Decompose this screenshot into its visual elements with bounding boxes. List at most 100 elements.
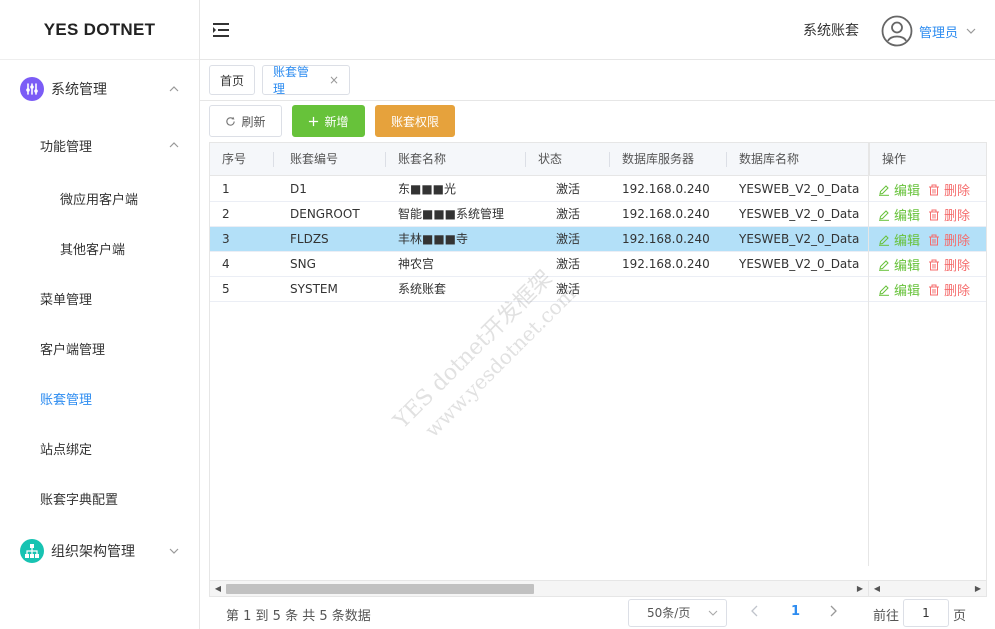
table-cell-server: 192.168.0.240 bbox=[622, 182, 710, 196]
sidebar-item-label: 功能管理 bbox=[40, 139, 93, 155]
app-logo: YES DOTNET bbox=[0, 0, 199, 60]
top-header: 系统账套 管理员 bbox=[200, 0, 995, 60]
table-cell-server: 192.168.0.240 bbox=[622, 232, 710, 246]
table-cell-no: 1 bbox=[222, 182, 230, 196]
scroll-thumb[interactable] bbox=[226, 584, 534, 594]
chevron-right-icon bbox=[830, 605, 837, 617]
column-header[interactable]: 账套编号 bbox=[278, 143, 386, 176]
horizontal-scrollbar[interactable]: ◀ ▶ bbox=[210, 580, 868, 596]
account-set-table: 序号 账套编号 账套名称 状态 数据库服务器 数据库名称 操作 1 D1 东■■■光… bbox=[209, 142, 987, 597]
sidebar-item-function[interactable]: 功能管理 bbox=[0, 125, 200, 165]
sidebar-item-label: 账套字典配置 bbox=[40, 492, 119, 508]
table-cell-no: 4 bbox=[222, 257, 230, 271]
table-cell-name: 系统账套 bbox=[398, 282, 447, 296]
sidebar-item-client-manage[interactable]: 客户端管理 bbox=[0, 328, 200, 368]
column-header[interactable]: 账套名称 bbox=[386, 143, 526, 176]
user-name[interactable]: 管理员 bbox=[919, 22, 958, 41]
table-cell-db bbox=[727, 277, 868, 302]
scroll-left-icon[interactable]: ◀ bbox=[210, 581, 226, 596]
column-header[interactable]: 数据库服务器 bbox=[610, 143, 727, 176]
sidebar-group-system[interactable]: 系统管理 bbox=[0, 69, 200, 109]
tab-label: 首页 bbox=[220, 73, 245, 88]
sidebar-item-menu-manage[interactable]: 菜单管理 bbox=[0, 278, 200, 318]
scroll-left-icon[interactable]: ◀ bbox=[869, 581, 885, 596]
sidebar: YES DOTNET 系统管理 功能管理 微应用客户端 其他客户端 菜单管理 客… bbox=[0, 0, 200, 629]
sidebar-item-label: 客户端管理 bbox=[40, 342, 106, 358]
table-cell-no: 2 bbox=[222, 207, 230, 221]
prev-page-button[interactable] bbox=[750, 604, 764, 622]
tab-account-set[interactable]: 账套管理 × bbox=[262, 65, 350, 96]
table-cell-db: YESWEB_V2_0_Data bbox=[739, 257, 860, 271]
goto-suffix: 页 bbox=[953, 609, 967, 624]
add-button[interactable]: 新增 bbox=[292, 105, 365, 137]
chevron-down-icon bbox=[708, 610, 718, 616]
table-cell-name: 丰林■■■寺 bbox=[398, 232, 469, 246]
sidebar-item-other-client[interactable]: 其他客户端 bbox=[0, 228, 200, 268]
next-page-button[interactable] bbox=[828, 604, 842, 622]
table-cell-no: 3 bbox=[222, 232, 230, 246]
sidebar-item-label: 菜单管理 bbox=[40, 292, 93, 308]
sidebar-item-label: 微应用客户端 bbox=[60, 192, 139, 208]
action-column bbox=[868, 143, 986, 566]
table-cell-db: YESWEB_V2_0_Data bbox=[739, 207, 860, 221]
tab-bar: 首页 账套管理 × bbox=[200, 60, 995, 101]
table-cell-code: SYSTEM bbox=[290, 282, 338, 296]
scroll-right-icon[interactable]: ▶ bbox=[970, 581, 986, 596]
action-scrollbar[interactable]: ◀ ▶ bbox=[868, 580, 986, 596]
table-cell-server: 192.168.0.240 bbox=[622, 207, 710, 221]
sliders-icon bbox=[20, 77, 44, 101]
chevron-up-icon bbox=[169, 86, 179, 92]
sidebar-item-dict-config[interactable]: 账套字典配置 bbox=[0, 478, 200, 518]
table-cell-code: SNG bbox=[290, 257, 316, 271]
account-permission-button[interactable]: 账套权限 bbox=[375, 105, 455, 137]
page-number[interactable]: 1 bbox=[791, 604, 800, 619]
tab-home[interactable]: 首页 bbox=[209, 65, 255, 95]
sidebar-group-org[interactable]: 组织架构管理 bbox=[0, 531, 200, 571]
chevron-up-icon bbox=[169, 142, 179, 148]
goto-page-input[interactable] bbox=[903, 599, 949, 627]
table-cell-code: FLDZS bbox=[290, 232, 329, 246]
sidebar-item-label: 站点绑定 bbox=[40, 442, 93, 458]
chevron-down-icon[interactable] bbox=[965, 25, 977, 37]
scroll-right-icon[interactable]: ▶ bbox=[852, 581, 868, 596]
table-cell-name: 东■■■光 bbox=[398, 182, 457, 196]
sidebar-item-label: 账套管理 bbox=[40, 392, 93, 408]
page-size-select[interactable]: 50条/页 bbox=[628, 599, 727, 627]
refresh-button[interactable]: 刷新 bbox=[209, 105, 282, 137]
table-cell-code: D1 bbox=[290, 182, 307, 196]
close-icon[interactable]: × bbox=[329, 73, 339, 87]
table-cell-server: 192.168.0.240 bbox=[622, 257, 710, 271]
plus-icon bbox=[309, 116, 319, 126]
sidebar-item-micro-app-client[interactable]: 微应用客户端 bbox=[0, 178, 200, 218]
org-chart-icon bbox=[20, 539, 44, 563]
table-cell-server bbox=[610, 277, 727, 302]
sidebar-group-label: 组织架构管理 bbox=[51, 544, 135, 560]
page-size-value: 50条/页 bbox=[647, 606, 691, 620]
sidebar-item-label: 其他客户端 bbox=[60, 242, 126, 258]
refresh-icon bbox=[226, 116, 236, 126]
table-cell-db: YESWEB_V2_0_Data bbox=[739, 182, 860, 196]
sidebar-group-label: 系统管理 bbox=[51, 82, 107, 98]
user-avatar-icon[interactable] bbox=[881, 15, 913, 47]
table-cell-status: 激活 bbox=[556, 282, 581, 296]
table-cell-status: 激活 bbox=[556, 207, 581, 221]
table-cell-status: 激活 bbox=[556, 182, 581, 196]
menu-fold-icon[interactable] bbox=[212, 21, 230, 39]
table-cell-name: 神农宫 bbox=[398, 257, 435, 271]
tab-label: 账套管理 bbox=[273, 65, 310, 96]
goto-prefix: 前往 bbox=[873, 609, 900, 624]
sidebar-item-account-set[interactable]: 账套管理 bbox=[0, 378, 200, 418]
table-cell-no: 5 bbox=[222, 282, 230, 296]
column-header[interactable]: 序号 bbox=[210, 143, 274, 176]
table-cell-db: YESWEB_V2_0_Data bbox=[739, 232, 860, 246]
add-label: 新增 bbox=[324, 114, 349, 129]
pagination-total: 第 1 到 5 条 共 5 条数据 bbox=[226, 609, 371, 624]
chevron-left-icon bbox=[751, 605, 758, 617]
table-cell-name: 智能■■■系统管理 bbox=[398, 207, 505, 221]
chevron-down-icon bbox=[169, 548, 179, 554]
column-header[interactable]: 数据库名称 bbox=[727, 143, 868, 176]
table-cell-status: 激活 bbox=[556, 257, 581, 271]
column-header[interactable]: 状态 bbox=[526, 143, 610, 176]
sidebar-item-site-binding[interactable]: 站点绑定 bbox=[0, 428, 200, 468]
current-account-label[interactable]: 系统账套 bbox=[803, 20, 859, 40]
